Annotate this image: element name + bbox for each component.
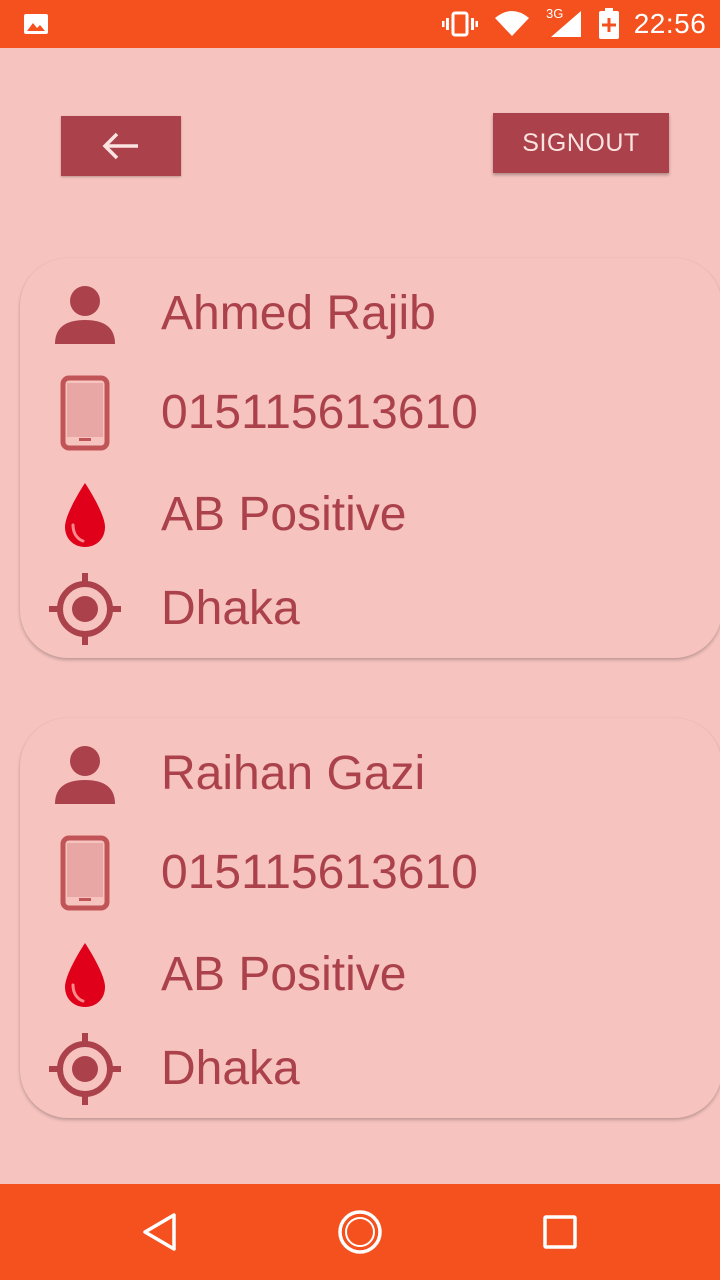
donor-location-row: Dhaka xyxy=(20,564,720,654)
person-icon xyxy=(45,729,125,819)
status-bar: 3G 22:56 xyxy=(0,0,720,48)
signout-button[interactable]: SIGNOUT xyxy=(493,113,669,173)
clock: 22:56 xyxy=(633,8,707,39)
nav-recents-button[interactable] xyxy=(530,1202,590,1262)
donor-location: Dhaka xyxy=(161,1042,300,1095)
donor-name-row: Raihan Gazi xyxy=(20,729,720,819)
navigation-bar xyxy=(0,1184,720,1280)
donor-card: Ahmed Rajib 015115613610 AB Positive Dha… xyxy=(20,258,720,658)
gallery-icon xyxy=(20,0,52,48)
donor-phone: 015115613610 xyxy=(161,846,478,899)
phone-icon xyxy=(45,828,125,918)
phone-icon xyxy=(45,368,125,458)
battery-charging-icon xyxy=(596,0,622,48)
home-circle-icon xyxy=(337,1209,383,1255)
donor-phone-row: 015115613610 xyxy=(20,368,720,458)
donor-blood-row: AB Positive xyxy=(20,470,720,560)
blood-drop-icon xyxy=(45,930,125,1020)
donor-phone: 015115613610 xyxy=(161,386,478,439)
recents-square-icon xyxy=(542,1214,578,1250)
wifi-icon xyxy=(492,0,532,48)
back-triangle-icon xyxy=(140,1212,180,1252)
donor-name: Raihan Gazi xyxy=(161,747,426,800)
arrow-left-icon xyxy=(101,132,141,160)
donor-blood-group: AB Positive xyxy=(161,488,407,541)
back-button[interactable] xyxy=(61,116,181,176)
donor-location: Dhaka xyxy=(161,582,300,635)
donor-card: Raihan Gazi 015115613610 AB Positive Dha… xyxy=(20,718,720,1118)
nav-home-button[interactable] xyxy=(330,1202,390,1262)
donor-blood-group: AB Positive xyxy=(161,948,407,1001)
donor-phone-row: 015115613610 xyxy=(20,828,720,918)
location-target-icon xyxy=(45,1024,125,1114)
person-icon xyxy=(45,269,125,359)
donor-name: Ahmed Rajib xyxy=(161,287,436,340)
blood-drop-icon xyxy=(45,470,125,560)
signal-icon xyxy=(548,0,584,48)
donor-name-row: Ahmed Rajib xyxy=(20,269,720,359)
vibrate-icon xyxy=(440,0,480,48)
donor-location-row: Dhaka xyxy=(20,1024,720,1114)
location-target-icon xyxy=(45,564,125,654)
donor-blood-row: AB Positive xyxy=(20,930,720,1020)
nav-back-button[interactable] xyxy=(130,1202,190,1262)
